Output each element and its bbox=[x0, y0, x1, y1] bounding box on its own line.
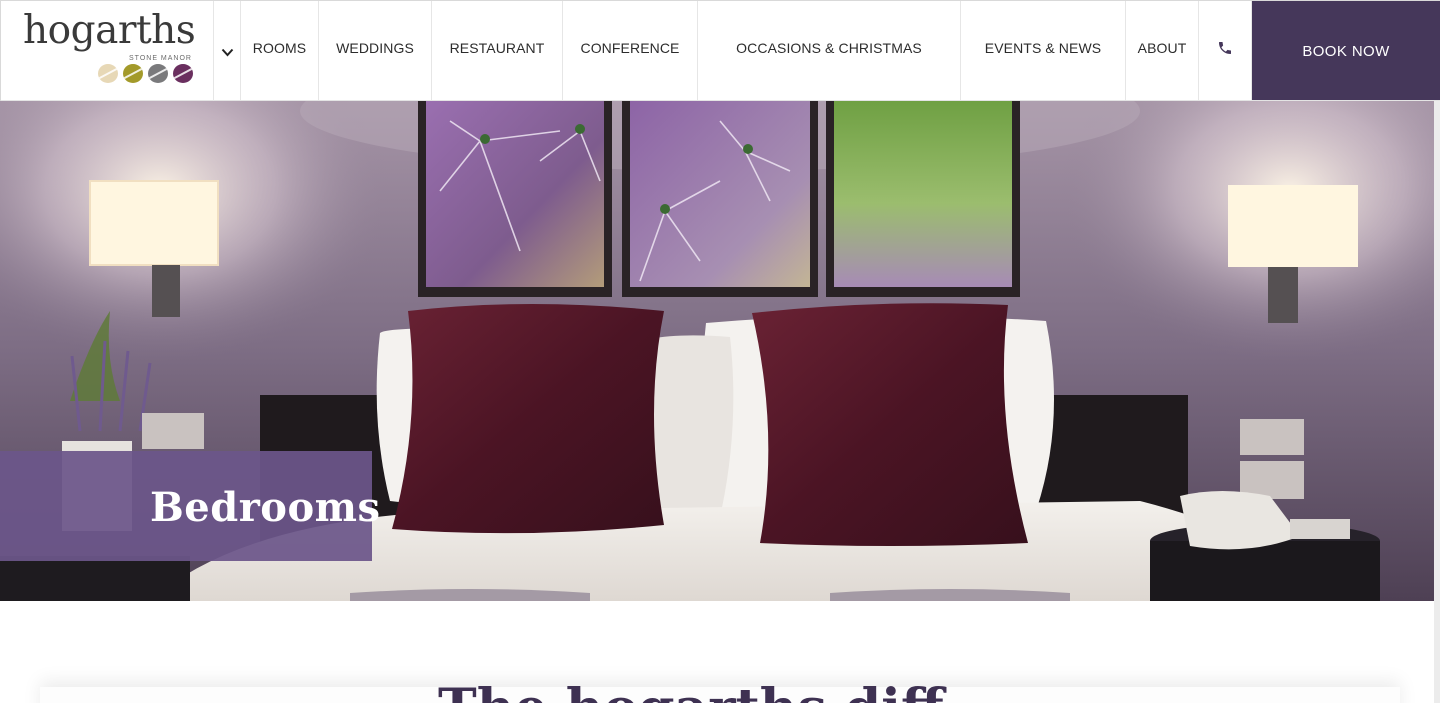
brand-name: hogarths bbox=[23, 8, 196, 53]
brand-subtitle: STONE MANOR bbox=[129, 55, 192, 62]
menu-toggle[interactable] bbox=[214, 1, 241, 100]
brand-dot bbox=[148, 64, 168, 83]
brand-dots bbox=[98, 64, 193, 83]
hero-banner: Bedrooms bbox=[0, 101, 1440, 601]
phone-button[interactable] bbox=[1199, 1, 1252, 100]
intro-heading: The hogarths diff... bbox=[438, 683, 998, 703]
nav-weddings[interactable]: WEDDINGS bbox=[319, 1, 432, 100]
page-scrollbar[interactable] bbox=[1434, 101, 1440, 703]
brand-logo[interactable]: hogarths STONE MANOR bbox=[0, 1, 214, 101]
phone-icon bbox=[1219, 41, 1231, 54]
nav-restaurant[interactable]: RESTAURANT bbox=[432, 1, 563, 100]
chevron-down-icon bbox=[221, 48, 233, 57]
nav-events-news[interactable]: EVENTS & NEWS bbox=[961, 1, 1126, 100]
book-now-button[interactable]: BOOK NOW bbox=[1252, 1, 1440, 100]
intro-section: The hogarths diff... bbox=[0, 601, 1440, 703]
hero-title: Bedrooms bbox=[150, 483, 381, 531]
brand-dot bbox=[123, 64, 143, 83]
site-header: hogarths STONE MANOR ROOMS WEDDINGS REST… bbox=[0, 0, 1440, 101]
nav-about[interactable]: ABOUT bbox=[1126, 1, 1199, 100]
nav-conference[interactable]: CONFERENCE bbox=[563, 1, 698, 100]
nav-occasions-christmas[interactable]: OCCASIONS & CHRISTMAS bbox=[698, 1, 961, 100]
nav-rooms[interactable]: ROOMS bbox=[241, 1, 319, 100]
brand-dot bbox=[173, 64, 193, 83]
brand-dot bbox=[98, 64, 118, 83]
hero-title-box: Bedrooms bbox=[0, 451, 380, 561]
